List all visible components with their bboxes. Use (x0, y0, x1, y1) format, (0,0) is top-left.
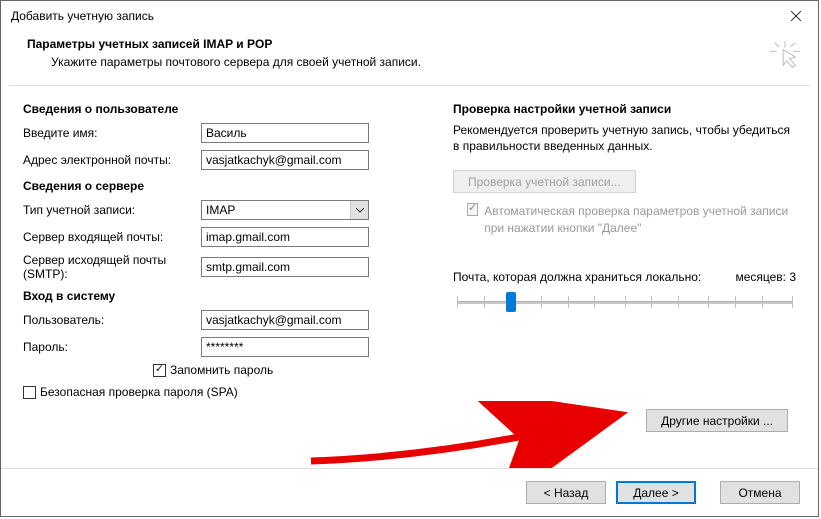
slider-tick (568, 296, 569, 308)
slider-tick (625, 296, 626, 308)
header-subtitle: Укажите параметры почтового сервера для … (27, 55, 798, 69)
header: Параметры учетных записей IMAP и POP Ука… (1, 31, 818, 85)
autocheck-label: Автоматическая проверка параметров учетн… (484, 203, 796, 235)
right-column: Проверка настройки учетной записи Рекоме… (453, 102, 796, 399)
close-icon (791, 11, 801, 21)
mail-retention-slider-area: Почта, которая должна храниться локально… (453, 270, 796, 314)
chevron-down-icon (350, 201, 368, 219)
slider-tick (457, 296, 458, 308)
test-description: Рекомендуется проверить учетную запись, … (453, 122, 796, 154)
close-button[interactable] (773, 2, 818, 30)
username-input[interactable] (201, 310, 369, 330)
password-label: Пароль: (23, 340, 201, 354)
outgoing-label: Сервер исходящей почты (SMTP): (23, 253, 201, 281)
account-type-select[interactable]: IMAP (201, 200, 369, 220)
slider-tick (484, 296, 485, 308)
test-account-button[interactable]: Проверка учетной записи... (453, 170, 636, 193)
left-column: Сведения о пользователе Введите имя: Адр… (23, 102, 413, 399)
slider-value: месяцев: 3 (735, 270, 796, 284)
account-type-label: Тип учетной записи: (23, 203, 201, 217)
titlebar: Добавить учетную запись (1, 1, 818, 31)
email-label: Адрес электронной почты: (23, 153, 201, 167)
window-title: Добавить учетную запись (11, 9, 154, 23)
wizard-cursor-icon (770, 41, 800, 71)
name-label: Введите имя: (23, 126, 201, 140)
mail-retention-slider[interactable] (457, 290, 792, 314)
dialog-window: Добавить учетную запись Параметры учетны… (0, 0, 819, 517)
outgoing-input[interactable] (201, 257, 369, 277)
remember-password-checkbox[interactable] (153, 364, 166, 377)
section-login: Вход в систему (23, 289, 413, 303)
slider-tick (792, 296, 793, 308)
section-server-info: Сведения о сервере (23, 179, 413, 193)
section-test: Проверка настройки учетной записи (453, 102, 796, 116)
account-type-value: IMAP (202, 203, 350, 217)
remember-password-label: Запомнить пароль (170, 363, 273, 377)
incoming-label: Сервер входящей почты: (23, 230, 201, 244)
spa-checkbox[interactable] (23, 386, 36, 399)
spa-label: Безопасная проверка пароля (SPA) (40, 385, 238, 399)
more-settings-button[interactable]: Другие настройки ... (646, 409, 788, 432)
remember-password-row: Запомнить пароль (23, 363, 413, 377)
slider-tick (762, 296, 763, 308)
cancel-button[interactable]: Отмена (720, 481, 800, 504)
slider-tick (735, 296, 736, 308)
username-label: Пользователь: (23, 313, 201, 327)
slider-thumb[interactable] (506, 292, 516, 312)
dialog-body: Сведения о пользователе Введите имя: Адр… (1, 86, 818, 399)
slider-tick (651, 296, 652, 308)
autocheck-row: Автоматическая проверка параметров учетн… (467, 203, 796, 235)
autocheck-checkbox[interactable] (467, 203, 478, 216)
slider-label: Почта, которая должна храниться локально… (453, 270, 701, 284)
name-input[interactable] (201, 123, 369, 143)
email-input[interactable] (201, 150, 369, 170)
header-title: Параметры учетных записей IMAP и POP (27, 37, 798, 51)
back-button[interactable]: < Назад (526, 481, 606, 504)
footer: < Назад Далее > Отмена (1, 468, 818, 516)
section-user-info: Сведения о пользователе (23, 102, 413, 116)
next-button[interactable]: Далее > (616, 481, 696, 504)
password-input[interactable] (201, 337, 369, 357)
slider-tick (541, 296, 542, 308)
slider-tick (678, 296, 679, 308)
spa-row: Безопасная проверка пароля (SPA) (23, 385, 413, 399)
incoming-input[interactable] (201, 227, 369, 247)
slider-tick (594, 296, 595, 308)
slider-tick (708, 296, 709, 308)
